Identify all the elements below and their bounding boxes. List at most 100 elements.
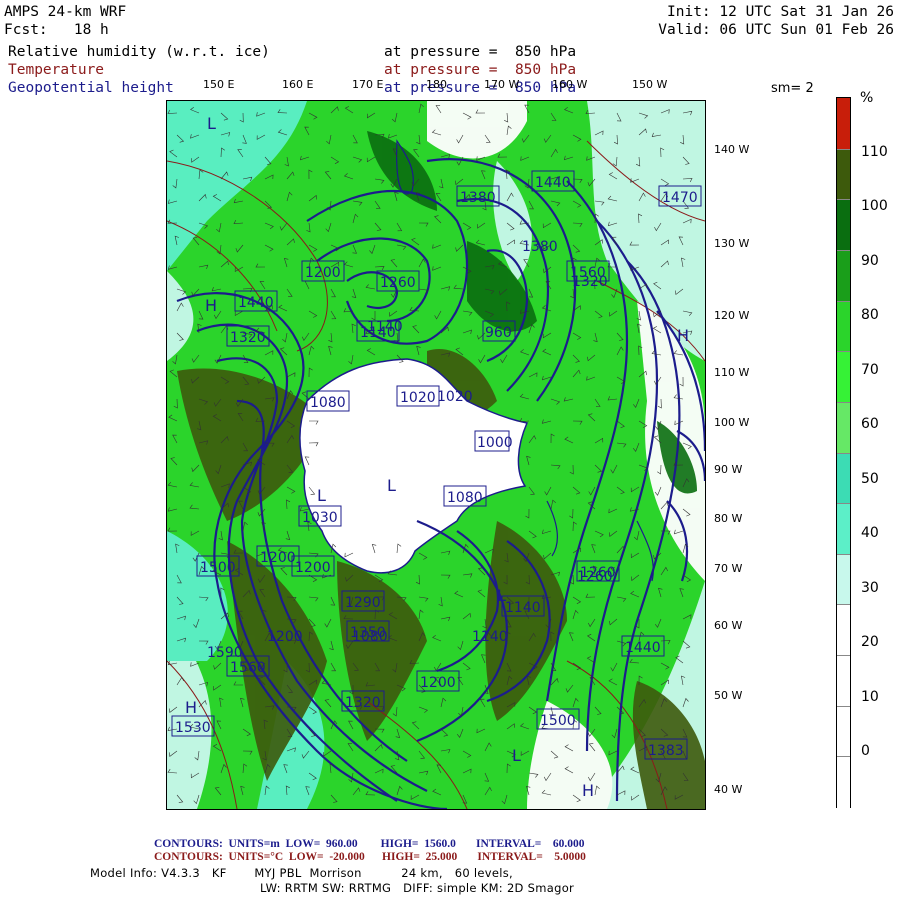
field-temp-level: at pressure = 850 hPa — [384, 62, 577, 78]
lat-label: 130 W — [714, 237, 750, 250]
colorbar-segment — [837, 401, 850, 454]
high-center-marker: H — [582, 781, 594, 800]
svg-text:1320: 1320 — [572, 274, 608, 290]
svg-text:1020: 1020 — [400, 390, 436, 406]
colorbar-tick-label: 60 — [861, 416, 879, 432]
svg-text:1020: 1020 — [437, 389, 473, 405]
svg-text:1320: 1320 — [345, 695, 381, 711]
colorbar-segment — [837, 705, 850, 758]
svg-text:1080: 1080 — [352, 629, 388, 645]
svg-text:1380: 1380 — [460, 190, 496, 206]
colorbar-tick-label: 30 — [861, 579, 879, 596]
lat-label: 110 W — [714, 366, 750, 379]
colorbar-segment — [837, 300, 850, 353]
svg-text:1140: 1140 — [472, 629, 508, 645]
colorbar-tick-label: 0 — [861, 743, 870, 759]
colorbar — [836, 97, 851, 809]
svg-text:1590: 1590 — [207, 645, 243, 661]
svg-text:1440: 1440 — [625, 640, 661, 656]
svg-text:960: 960 — [485, 325, 512, 341]
high-center-marker: H — [677, 326, 689, 345]
svg-text:1440: 1440 — [535, 175, 571, 191]
svg-text:1260: 1260 — [380, 275, 416, 291]
colorbar-tick-label: 20 — [861, 634, 879, 650]
lon-label: 160 E — [282, 78, 314, 91]
lat-label: 100 W — [714, 416, 750, 429]
svg-text:1320: 1320 — [230, 330, 266, 346]
svg-text:1030: 1030 — [302, 510, 338, 526]
lat-label: 50 W — [714, 689, 743, 702]
svg-text:1200: 1200 — [295, 560, 331, 576]
height-label-box: 1020 — [437, 389, 473, 405]
colorbar-segment — [837, 98, 850, 150]
svg-text:1383: 1383 — [648, 743, 684, 759]
lon-label: 150 W — [632, 78, 668, 91]
colorbar-segment — [837, 553, 850, 606]
field-height-name: Geopotential height — [8, 80, 174, 96]
colorbar-segment — [837, 503, 850, 556]
colorbar-tick-label: 110 — [861, 143, 888, 160]
svg-text:1530: 1530 — [175, 720, 211, 736]
lon-label: 160 W — [552, 78, 588, 91]
height-label-box: 1140 — [367, 319, 403, 335]
field-rh-name: Relative humidity (w.r.t. ice) — [8, 44, 270, 60]
colorbar-tick-label: 90 — [861, 252, 879, 269]
svg-text:1200: 1200 — [420, 675, 456, 691]
svg-text:1140: 1140 — [505, 600, 541, 616]
svg-text:1140: 1140 — [367, 319, 403, 335]
colorbar-unit: % — [860, 90, 874, 106]
height-label-box: 1260 — [577, 569, 613, 585]
svg-text:1500: 1500 — [540, 713, 576, 729]
svg-text:1200: 1200 — [305, 265, 341, 281]
height-label-box: 1380 — [522, 239, 558, 255]
colorbar-segment — [837, 452, 850, 505]
weather-map: 1440 1320 1200 1260 1380 1080 1500 1140 … — [167, 101, 705, 809]
colorbar-segment — [837, 655, 850, 708]
field-height-level: at pressure = 850 hPa — [384, 80, 577, 96]
svg-text:1200: 1200 — [267, 629, 303, 645]
colorbar-tick-label: 40 — [861, 525, 879, 541]
height-label-box: 1590 — [207, 645, 243, 661]
colorbar-segment — [837, 199, 850, 252]
svg-text:1560: 1560 — [230, 660, 266, 676]
model-title: AMPS 24-km WRF — [4, 4, 127, 20]
forecast-hour: Fcst: 18 h — [4, 22, 109, 38]
svg-text:1500: 1500 — [200, 560, 236, 576]
field-rh-level: at pressure = 850 hPa — [384, 44, 577, 60]
lat-label: 60 W — [714, 619, 743, 632]
colorbar-tick-label: 80 — [861, 307, 879, 323]
svg-text:1000: 1000 — [477, 435, 513, 451]
colorbar-segment — [837, 604, 850, 657]
high-center-marker: H — [205, 296, 217, 315]
valid-time: Valid: 06 UTC Sun 01 Feb 26 — [658, 22, 894, 38]
height-label-box: 1080 — [352, 629, 388, 645]
colorbar-tick-label: 10 — [861, 688, 879, 705]
colorbar-segment — [837, 351, 850, 404]
lat-label: 40 W — [714, 783, 743, 796]
footer-model-info: Model Info: V4.3.3 KF MYJ PBL Morrison 2… — [90, 866, 513, 880]
lat-label: 70 W — [714, 562, 743, 575]
svg-text:1260: 1260 — [577, 569, 613, 585]
svg-text:1470: 1470 — [662, 190, 698, 206]
svg-text:1200: 1200 — [260, 550, 296, 566]
svg-text:1290: 1290 — [345, 595, 381, 611]
lon-label: 180 — [426, 78, 447, 91]
low-center-marker: L — [387, 476, 396, 495]
height-label-box: 1140 — [472, 629, 508, 645]
colorbar-segment — [837, 756, 850, 809]
lon-label: 150 E — [203, 78, 235, 91]
smoothing-label: sm= 2 — [771, 81, 814, 96]
footer-temp-contours: CONTOURS: UNITS=°C LOW= -20.000 HIGH= 25… — [154, 851, 586, 863]
lon-label: 170 E — [352, 78, 384, 91]
svg-text:1080: 1080 — [310, 395, 346, 411]
init-time: Init: 12 UTC Sat 31 Jan 26 — [667, 4, 894, 20]
footer-height-contours: CONTOURS: UNITS=m LOW= 960.00 HIGH= 1560… — [154, 838, 585, 850]
low-center-marker: L — [512, 746, 521, 765]
colorbar-tick-label: 70 — [861, 361, 879, 378]
footer-model-info-2: LW: RRTM SW: RRTMG DIFF: simple KM: 2D S… — [260, 881, 575, 895]
height-label-box: 1320 — [572, 274, 608, 290]
map-panel: 1440 1320 1200 1260 1380 1080 1500 1140 … — [166, 100, 706, 810]
svg-text:1080: 1080 — [447, 490, 483, 506]
lat-label: 120 W — [714, 309, 750, 322]
colorbar-segment — [837, 249, 850, 303]
